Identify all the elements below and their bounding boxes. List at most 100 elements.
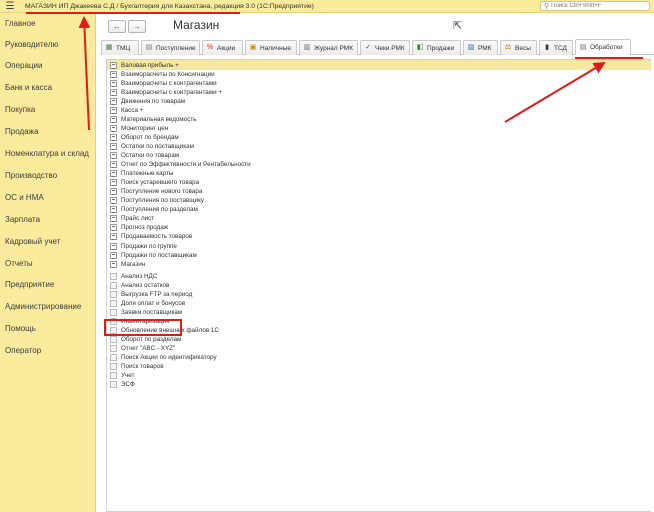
sidebar-item-operations[interactable]: Операции — [5, 61, 42, 70]
report-icon — [110, 179, 117, 187]
list-item-label: Поиск Акции по идентификатору — [121, 354, 217, 362]
processing-icon — [110, 308, 117, 316]
tab-cash[interactable]: ▣ Наличные — [245, 40, 297, 55]
tab-processing[interactable]: ▤ Обработки — [575, 39, 631, 55]
tab-pos-journal[interactable]: ▥ Журнал РМК — [299, 40, 358, 55]
sidebar-item-bank-cash[interactable]: Банк и касса — [5, 83, 52, 92]
scales-icon: ⚖ — [504, 44, 512, 51]
processing-icon — [110, 354, 117, 362]
report-icon — [110, 206, 117, 214]
sidebar: Главное Руководителю Операции Банк и кас… — [0, 13, 96, 512]
report-icon — [110, 124, 117, 132]
report-icon — [110, 215, 117, 223]
tab-bar: ▦ ТМЦ ▤ Поступление % Акции ▣ Наличные ▥… — [101, 39, 654, 55]
list-item-label: Анализ НДС — [121, 272, 158, 280]
processing-icon — [110, 281, 117, 289]
list-item-label: Доля оплат и бонусов — [121, 299, 186, 307]
hamburger-menu-icon[interactable]: ☰ — [3, 0, 17, 13]
sales-icon: ◧ — [416, 44, 424, 51]
tab-pos-receipts[interactable]: ✓ Чеки РМК — [360, 40, 410, 55]
sidebar-item-administration[interactable]: Администрирование — [5, 302, 81, 311]
report-icon — [110, 115, 117, 123]
tab-receipts[interactable]: ▤ Поступление — [141, 40, 200, 55]
search-input[interactable] — [551, 3, 642, 9]
list-item-label: Прогноз продаж — [121, 224, 169, 232]
list-item[interactable]: Магазин — [107, 259, 651, 269]
forward-button[interactable]: → — [128, 20, 146, 33]
list-item-label: Прайс лист — [121, 215, 155, 223]
search-icon: ⚲ — [544, 3, 550, 10]
list-item-label: Поиск устаревшего товара — [121, 179, 200, 187]
list-item-label: Выгрузка FTP за период — [121, 290, 193, 298]
sidebar-item-help[interactable]: Помощь — [5, 324, 36, 333]
list-item-label: Взаиморасчеты по Консигнации — [121, 70, 215, 78]
list-item-label: ЭСФ — [121, 381, 135, 389]
list-item-label: Поступление нового товара — [121, 188, 203, 196]
list-item-label: Платежные карты — [121, 170, 174, 178]
report-icon — [110, 79, 117, 87]
sidebar-item-salary[interactable]: Зарплата — [5, 215, 40, 224]
tab-scales[interactable]: ⚖ Весы — [500, 40, 537, 55]
list-item-label: Остатки по товарам — [121, 152, 180, 159]
list-item-label: Мониторинг цен — [121, 124, 169, 132]
global-search[interactable]: ⚲ — [540, 1, 650, 11]
sidebar-item-enterprise[interactable]: Предприятие — [5, 280, 54, 289]
processing-icon — [110, 290, 117, 298]
list-item-label: Материальная ведомость — [121, 115, 197, 123]
sidebar-item-operator[interactable]: Оператор — [5, 346, 41, 355]
report-icon — [110, 188, 117, 196]
title-underline-annotation — [26, 12, 240, 14]
sidebar-item-sales[interactable]: Продажа — [5, 127, 38, 136]
table-icon: ▦ — [105, 44, 113, 51]
report-icon — [110, 106, 117, 114]
terminal-icon: ▮ — [545, 44, 549, 51]
app-title: МАГАЗИН ИП Джакеева С.Д / Бухгалтерия дл… — [25, 2, 314, 10]
report-icon — [110, 152, 117, 159]
list-item-label: Заявки поставщикам — [121, 308, 183, 316]
sidebar-item-reports[interactable]: Отчеты — [5, 259, 33, 268]
sidebar-item-hr[interactable]: Кадровый учет — [5, 237, 60, 246]
list-item-label: Валовая прибыль + — [121, 61, 179, 69]
mouse-cursor-icon: ⇱ — [453, 20, 463, 32]
cashier-icon: ▨ — [467, 44, 475, 51]
report-icon — [110, 133, 117, 141]
main-panel: ← → Магазин ⇱ ▦ ТМЦ ▤ Поступление % Акци… — [97, 13, 654, 512]
sidebar-item-purchase[interactable]: Покупка — [5, 105, 35, 114]
report-icon — [110, 70, 117, 78]
sidebar-item-main[interactable]: Главное — [5, 19, 36, 28]
tab-sales[interactable]: ◧ Продажи — [412, 40, 461, 55]
highlight-box — [104, 319, 182, 336]
report-icon — [110, 88, 117, 96]
list-item-label: Касса + — [121, 106, 144, 114]
list-item-label: Анализ остатков — [121, 281, 170, 289]
sidebar-item-production[interactable]: Производство — [5, 171, 57, 180]
sidebar-item-manager[interactable]: Руководителю — [5, 40, 58, 49]
sidebar-item-fixed-assets[interactable]: ОС и НМА — [5, 193, 44, 202]
tab-promotions[interactable]: % Акции — [202, 40, 243, 55]
list-item-label: Оборот по разделам — [121, 336, 182, 343]
list-item-label: Продаваемость товаров — [121, 233, 193, 241]
processing-icon — [110, 272, 117, 280]
list-item-label: Отчет "ABC - XYZ" — [121, 345, 176, 353]
journal-icon: ▥ — [303, 44, 311, 51]
list-item-label: Взаиморасчеты с контрагентами + — [121, 88, 223, 96]
tab-tmc[interactable]: ▦ ТМЦ — [101, 40, 139, 55]
percent-icon: % — [206, 44, 214, 51]
list-item-label: Оборот по брендам — [121, 133, 179, 141]
back-button[interactable]: ← — [108, 20, 126, 33]
list-item-label: Продажи по поставщикам — [121, 251, 197, 259]
tab-pos[interactable]: ▨ РМК — [463, 40, 498, 55]
list-item-label: Остатки по поставщикам — [121, 142, 194, 150]
report-icon — [110, 233, 117, 241]
processing-list: Валовая прибыль + Взаиморасчеты по Консиг… — [106, 59, 651, 512]
sidebar-item-nomenclature[interactable]: Номенклатура и склад — [5, 149, 89, 158]
list-item-label: Поступления по разделам — [121, 206, 198, 214]
report-icon — [110, 224, 117, 232]
document-icon: ▤ — [145, 44, 153, 51]
list-item-label: Продажи по группе — [121, 242, 177, 250]
report-icon — [110, 142, 117, 150]
tab-tsd[interactable]: ▮ ТСД — [539, 40, 573, 55]
list-item[interactable]: ЭСФ — [107, 380, 651, 390]
processing-icon — [110, 381, 117, 389]
report-icon — [110, 260, 117, 268]
